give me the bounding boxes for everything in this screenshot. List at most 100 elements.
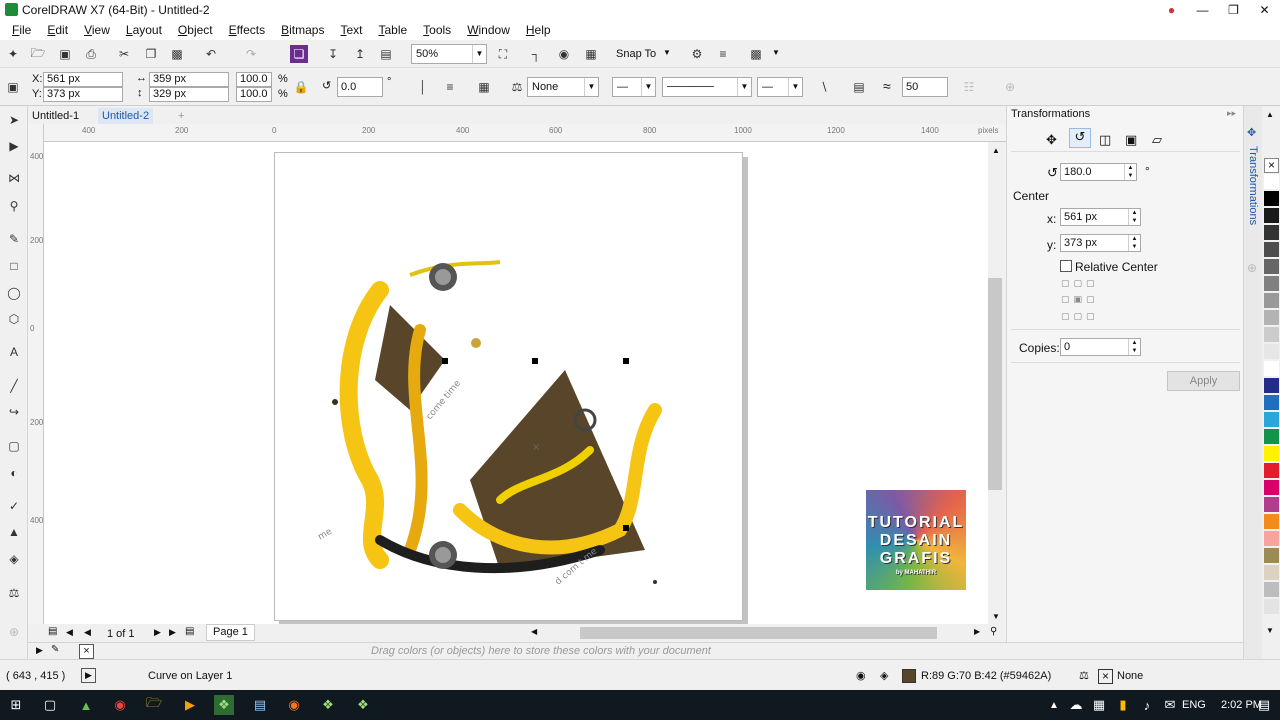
color-swatch[interactable] (1264, 548, 1279, 563)
export-icon[interactable]: ↥ (351, 45, 369, 63)
smart-fill-icon[interactable]: ◈ (5, 550, 23, 568)
media-app-icon[interactable]: ▶ (180, 695, 200, 715)
first-page-icon[interactable]: ◀ (66, 627, 73, 638)
menu-table[interactable]: Table (370, 23, 415, 37)
save-icon[interactable]: ▣ (56, 45, 74, 63)
copies-input[interactable]: 0 ▲ ▼ (1060, 338, 1141, 356)
x-position-field[interactable]: 561 px (43, 72, 123, 87)
parallel-dimension-icon[interactable]: ╱ (5, 377, 23, 395)
color-swatch[interactable] (1264, 344, 1279, 359)
curve-smoothing-field[interactable]: 50 (902, 77, 948, 97)
network-icon[interactable]: ▦ (1089, 695, 1109, 715)
task-view-icon[interactable]: ▢ (40, 695, 60, 715)
crop-tool-icon[interactable]: ⋈ (5, 169, 23, 187)
stepper-icon[interactable]: ▲ ▼ (1128, 209, 1140, 225)
battery-icon[interactable]: ▮ (1113, 695, 1133, 715)
add-page-after-icon[interactable]: ▤ (185, 626, 194, 637)
color-swatch[interactable] (1264, 599, 1279, 614)
print-icon[interactable]: ⎙ (82, 45, 100, 63)
height-field[interactable]: 329 px (149, 87, 229, 102)
anchor-grid-icon[interactable]: ▢▢▢ (1061, 278, 1099, 289)
stepper-icon[interactable]: ▲ ▼ (1124, 164, 1136, 180)
color-swatch[interactable] (1264, 412, 1279, 427)
menu-object[interactable]: Object (170, 23, 221, 37)
end-arrowhead-combo[interactable]: — ▼ (757, 77, 803, 97)
onedrive-icon[interactable]: ☁ (1066, 695, 1086, 715)
chrome-icon[interactable]: ◉ (110, 695, 130, 715)
polygon-tool-icon[interactable]: ⬡ (5, 310, 23, 328)
skew-transform-icon[interactable]: ▱ (1152, 132, 1162, 148)
outline-pen-icon[interactable]: ⚖ (508, 78, 526, 96)
volume-icon[interactable]: ♪ (1137, 695, 1157, 715)
outline-pen-tool-icon[interactable]: ⚖ (5, 584, 23, 602)
transparency-icon[interactable]: ◐ (5, 464, 23, 482)
rotation-angle-input[interactable]: 180.0 ▲ ▼ (1060, 163, 1137, 181)
lock-ratio-icon[interactable]: 🔒 (292, 78, 310, 96)
text-tool-icon[interactable]: A (5, 343, 23, 361)
options-icon[interactable]: ⚙ (688, 45, 706, 63)
snap-to-dropdown-icon[interactable]: ▼ (663, 48, 671, 57)
windows-start-icon[interactable]: ⊞ (6, 695, 26, 715)
stepper-icon[interactable]: ▲ ▼ (1128, 235, 1140, 251)
color-swatch[interactable] (1264, 191, 1279, 206)
color-swatch[interactable] (1264, 276, 1279, 291)
palette-scroll-down-icon[interactable]: ▼ (1266, 626, 1274, 635)
color-swatch[interactable] (1264, 310, 1279, 325)
previous-page-icon[interactable]: ◀ (84, 627, 91, 638)
docker-collapse-icon[interactable]: ▸▸ (1227, 108, 1236, 119)
file-explorer-icon[interactable]: 🗁 (144, 695, 164, 715)
message-icon[interactable]: ✉ (1160, 695, 1180, 715)
horizontal-scroll-thumb[interactable] (580, 627, 937, 639)
scale-x-field[interactable]: 100.0 (236, 72, 272, 87)
rotate-transform-icon[interactable]: ↺ (1069, 128, 1091, 148)
color-swatch[interactable] (1264, 242, 1279, 257)
next-page-icon[interactable]: ▶ (154, 627, 161, 638)
scale-y-field[interactable]: 100.0 (236, 87, 272, 102)
open-folder-icon[interactable]: 🗁 (29, 45, 47, 63)
menu-layout[interactable]: Layout (118, 23, 170, 37)
color-swatch[interactable] (1264, 395, 1279, 410)
ellipse-tool-icon[interactable]: ◯ (5, 284, 23, 302)
menu-effects[interactable]: Effects (221, 23, 273, 37)
import-icon[interactable]: ↧ (324, 45, 342, 63)
color-proof-icon[interactable]: ◉ (856, 669, 866, 682)
undo-icon[interactable]: ↶ (202, 45, 220, 63)
zoom-fit-icon[interactable]: ⛶ (494, 45, 512, 63)
mirror-horizontal-icon[interactable]: │ (414, 78, 432, 96)
menu-edit[interactable]: Edit (39, 23, 76, 37)
view-icon[interactable]: ◉ (555, 45, 573, 63)
tab-untitled-2[interactable]: Untitled-2 (98, 108, 154, 124)
tab-untitled-1[interactable]: Untitled-1 (28, 108, 83, 124)
center-y-input[interactable]: 373 px ▲ ▼ (1060, 234, 1141, 252)
color-swatch[interactable] (1264, 208, 1279, 223)
language-indicator[interactable]: ENG (1182, 699, 1206, 711)
vertical-scroll-thumb[interactable] (988, 278, 1002, 490)
color-swatch[interactable] (1264, 446, 1279, 461)
width-field[interactable]: 359 px (149, 72, 229, 87)
no-color-swatch[interactable]: × (1264, 158, 1279, 173)
cut-icon[interactable]: ✂ (115, 45, 133, 63)
notepad-icon[interactable]: ▤ (250, 695, 270, 715)
calligraphy-artwork[interactable]: come time me d com t me × (300, 250, 680, 600)
no-fill-icon[interactable]: × (79, 644, 94, 659)
zoom-tool-icon[interactable]: ⚲ (5, 197, 23, 215)
menu-window[interactable]: Window (459, 23, 518, 37)
y-position-field[interactable]: 373 px (43, 87, 123, 102)
relative-center-checkbox[interactable] (1060, 260, 1072, 272)
color-swatch[interactable] (1264, 378, 1279, 393)
rotation-angle-field[interactable]: 0.0 (337, 77, 383, 97)
new-document-icon[interactable]: ✦ (4, 45, 22, 63)
freehand-tool-icon[interactable]: ✎ (5, 230, 23, 248)
launch-dropdown-icon[interactable]: ▼ (772, 48, 780, 57)
color-swatch[interactable] (1264, 480, 1279, 495)
scroll-right-icon[interactable]: ▶ (974, 627, 980, 636)
horizontal-scrollbar[interactable]: ◀ ▶ ⚲ (528, 624, 1006, 642)
palette-scroll-up-icon[interactable]: ▲ (1266, 110, 1274, 119)
mirror-vertical-icon[interactable]: ≡ (441, 78, 459, 96)
firefox-icon[interactable]: ◉ (284, 695, 304, 715)
align-icon[interactable]: ≡ (714, 45, 732, 63)
eyedropper-icon[interactable]: ✓ (5, 497, 23, 515)
outline-width-combo[interactable]: None ▼ (527, 77, 599, 97)
docker-tab-label[interactable]: Transformations (1247, 146, 1259, 225)
last-page-icon[interactable]: ▶ (169, 627, 176, 638)
